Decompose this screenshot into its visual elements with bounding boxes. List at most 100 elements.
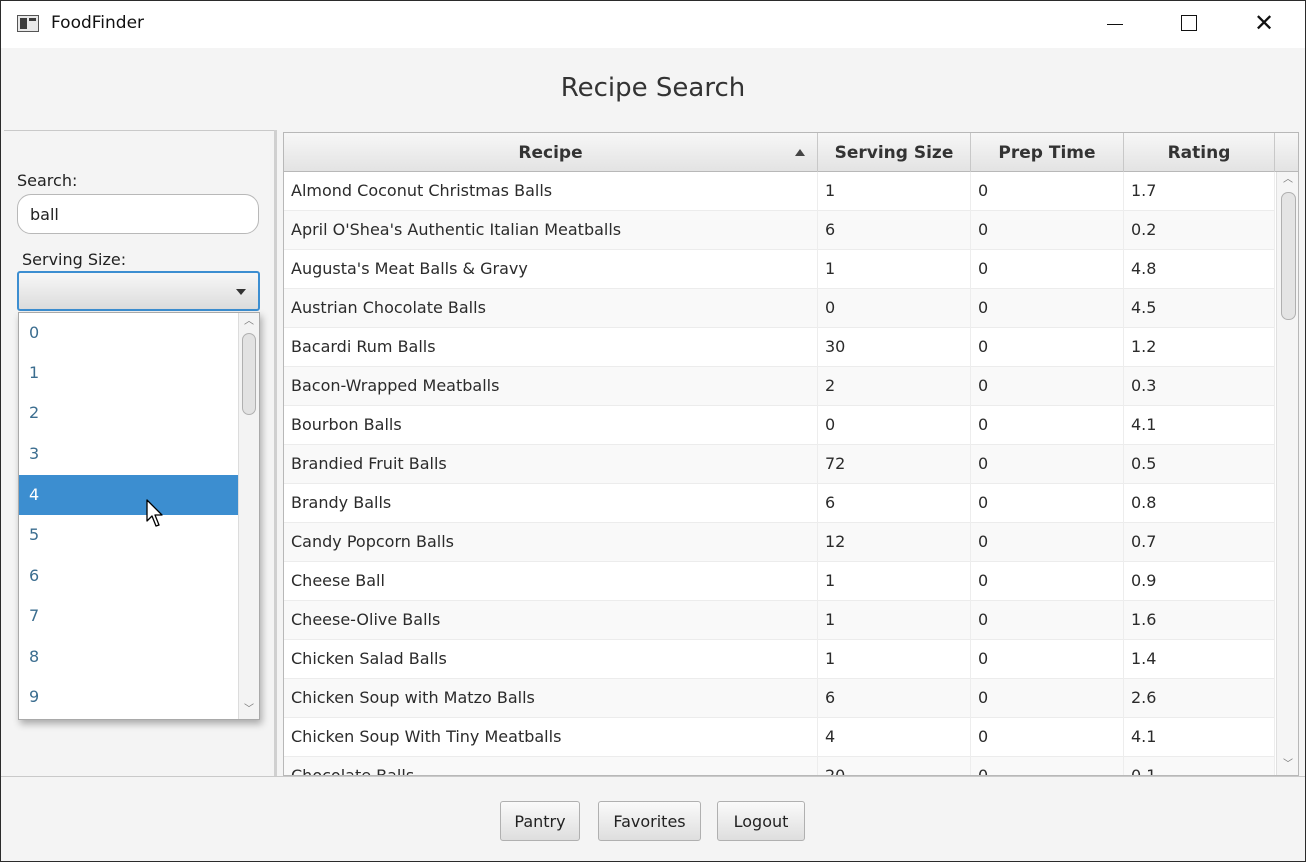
table-row[interactable]: Austrian Chocolate Balls 0 0 4.5 [284, 289, 1275, 328]
pantry-button[interactable]: Pantry [500, 801, 580, 841]
serving-option-6[interactable]: 6 [19, 556, 238, 596]
recipe-table: Recipe Serving Size Prep Time Rating Alm… [283, 132, 1299, 776]
cell-recipe: Chicken Soup with Matzo Balls [284, 679, 818, 718]
table-row[interactable]: Chicken Soup with Matzo Balls 6 0 2.6 [284, 679, 1275, 718]
serving-option-0[interactable]: 0 [19, 313, 238, 353]
cell-serving-size: 2 [818, 367, 971, 406]
cell-prep-time: 0 [971, 562, 1124, 601]
cell-recipe: Cheese-Olive Balls [284, 601, 818, 640]
cell-prep-time: 0 [971, 523, 1124, 562]
search-input[interactable] [17, 194, 259, 234]
cell-prep-time: 0 [971, 250, 1124, 289]
table-scrollbar[interactable]: ︿ ﹀ [1276, 172, 1298, 775]
table-row[interactable]: Chicken Soup With Tiny Meatballs 4 0 4.1 [284, 718, 1275, 757]
cell-serving-size: 6 [818, 211, 971, 250]
table-row[interactable]: Bacardi Rum Balls 30 0 1.2 [284, 328, 1275, 367]
serving-option-4[interactable]: 4 [19, 475, 238, 515]
cell-serving-size: 1 [818, 562, 971, 601]
serving-size-dropdown-list: 0 1 2 3 4 5 6 7 8 9 ︿ ﹀ [18, 312, 260, 720]
cell-recipe: Almond Coconut Christmas Balls [284, 172, 818, 211]
close-icon: ✕ [1254, 9, 1275, 37]
cell-serving-size: 20 [818, 757, 971, 775]
dropdown-scroll-thumb[interactable] [242, 333, 256, 415]
cell-prep-time: 0 [971, 289, 1124, 328]
table-row[interactable]: Chocolate Balls 20 0 0.1 [284, 757, 1275, 775]
column-header-recipe[interactable]: Recipe [284, 133, 818, 172]
cell-rating: 1.6 [1124, 601, 1275, 640]
serving-option-1[interactable]: 1 [19, 353, 238, 393]
cell-prep-time: 0 [971, 172, 1124, 211]
table-row[interactable]: Brandied Fruit Balls 72 0 0.5 [284, 445, 1275, 484]
column-header-prep-time[interactable]: Prep Time [971, 133, 1124, 172]
cell-rating: 4.1 [1124, 718, 1275, 757]
serving-option-8[interactable]: 8 [19, 637, 238, 677]
scroll-up-icon[interactable]: ︿ [1283, 175, 1293, 185]
split-divider[interactable] [274, 130, 277, 776]
serving-option-7[interactable]: 7 [19, 596, 238, 636]
footer-bar: Pantry Favorites Logout [1, 776, 1305, 861]
cell-serving-size: 1 [818, 601, 971, 640]
table-row[interactable]: Candy Popcorn Balls 12 0 0.7 [284, 523, 1275, 562]
cell-rating: 2.6 [1124, 679, 1275, 718]
cell-rating: 0.2 [1124, 211, 1275, 250]
minimize-button[interactable] [1082, 1, 1148, 47]
table-scroll-thumb[interactable] [1281, 192, 1296, 320]
cell-prep-time: 0 [971, 718, 1124, 757]
cell-serving-size: 6 [818, 484, 971, 523]
maximize-icon [1181, 15, 1197, 31]
cell-recipe: Brandied Fruit Balls [284, 445, 818, 484]
cell-prep-time: 0 [971, 679, 1124, 718]
cell-rating: 4.1 [1124, 406, 1275, 445]
cell-recipe: April O'Shea's Authentic Italian Meatbal… [284, 211, 818, 250]
logout-button[interactable]: Logout [717, 801, 805, 841]
cell-prep-time: 0 [971, 640, 1124, 679]
dropdown-scrollbar[interactable]: ︿ ﹀ [238, 313, 259, 719]
table-row[interactable]: April O'Shea's Authentic Italian Meatbal… [284, 211, 1275, 250]
column-header-rating[interactable]: Rating [1124, 133, 1275, 172]
cell-recipe: Brandy Balls [284, 484, 818, 523]
table-row[interactable]: Cheese-Olive Balls 1 0 1.6 [284, 601, 1275, 640]
cell-recipe: Austrian Chocolate Balls [284, 289, 818, 328]
serving-size-combobox[interactable] [17, 271, 260, 311]
maximize-button[interactable] [1156, 1, 1222, 47]
table-row[interactable]: Chicken Salad Balls 1 0 1.4 [284, 640, 1275, 679]
page-title: Recipe Search [560, 73, 746, 103]
cell-serving-size: 72 [818, 445, 971, 484]
cell-rating: 0.9 [1124, 562, 1275, 601]
column-header-label: Recipe [518, 143, 583, 163]
scroll-down-icon[interactable]: ﹀ [1283, 760, 1293, 770]
cell-rating: 0.8 [1124, 484, 1275, 523]
table-header: Recipe Serving Size Prep Time Rating [284, 133, 1275, 172]
cell-serving-size: 1 [818, 172, 971, 211]
cell-recipe: Bourbon Balls [284, 406, 818, 445]
table-row[interactable]: Augusta's Meat Balls & Gravy 1 0 4.8 [284, 250, 1275, 289]
dropdown-arrow-icon[interactable] [236, 289, 246, 295]
table-body: Almond Coconut Christmas Balls 1 0 1.7 A… [284, 172, 1275, 775]
table-row[interactable]: Almond Coconut Christmas Balls 1 0 1.7 [284, 172, 1275, 211]
cell-serving-size: 12 [818, 523, 971, 562]
cell-serving-size: 4 [818, 718, 971, 757]
table-row[interactable]: Cheese Ball 1 0 0.9 [284, 562, 1275, 601]
serving-size-label: Serving Size: [22, 250, 127, 269]
column-header-serving-size[interactable]: Serving Size [818, 133, 971, 172]
cell-prep-time: 0 [971, 367, 1124, 406]
cell-prep-time: 0 [971, 757, 1124, 775]
table-row[interactable]: Bacon-Wrapped Meatballs 2 0 0.3 [284, 367, 1275, 406]
close-button[interactable]: ✕ [1230, 1, 1296, 47]
cell-serving-size: 0 [818, 289, 971, 328]
table-row[interactable]: Brandy Balls 6 0 0.8 [284, 484, 1275, 523]
serving-option-5[interactable]: 5 [19, 515, 238, 555]
title-bar: FoodFinder ✕ [1, 1, 1305, 48]
cell-rating: 0.7 [1124, 523, 1275, 562]
cell-prep-time: 0 [971, 328, 1124, 367]
cell-recipe: Augusta's Meat Balls & Gravy [284, 250, 818, 289]
filter-panel: Search: Serving Size: 0 1 2 3 4 5 6 7 8 … [4, 130, 274, 776]
favorites-button[interactable]: Favorites [598, 801, 701, 841]
serving-option-3[interactable]: 3 [19, 434, 238, 474]
serving-option-9[interactable]: 9 [19, 677, 238, 717]
serving-option-2[interactable]: 2 [19, 393, 238, 433]
cell-serving-size: 1 [818, 640, 971, 679]
scroll-down-icon[interactable]: ﹀ [244, 705, 254, 715]
scroll-up-icon[interactable]: ︿ [244, 317, 254, 327]
table-row[interactable]: Bourbon Balls 0 0 4.1 [284, 406, 1275, 445]
